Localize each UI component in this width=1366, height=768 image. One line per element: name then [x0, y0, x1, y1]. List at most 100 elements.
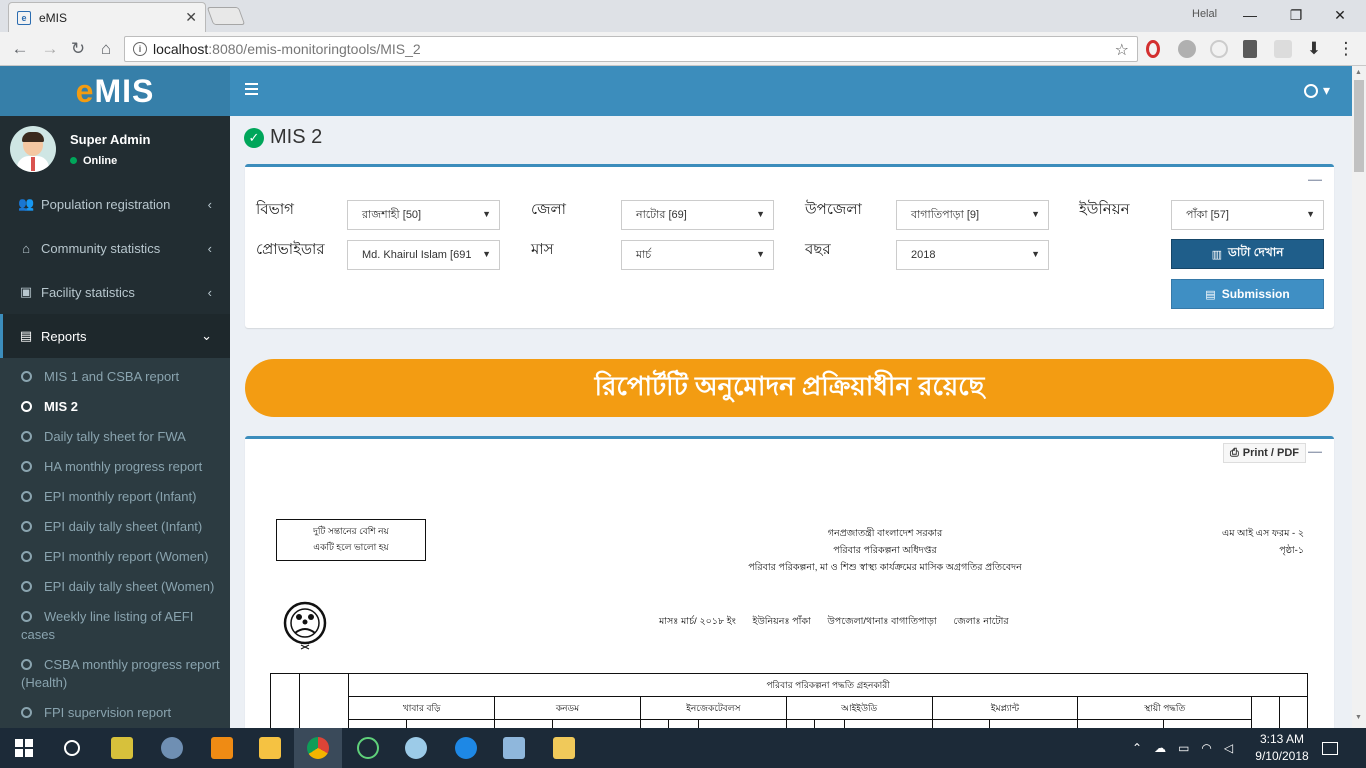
report-table: পরিবার পরিকল্পনা পদ্ধতি গ্রহনকারী খাবার … [270, 673, 1309, 728]
form-number: এম আই এস ফরম - ২ পৃষ্ঠা-১ [1222, 525, 1304, 559]
submenu-item-epi-monthly-infant[interactable]: EPI monthly report (Infant) [0, 482, 230, 512]
sidebar-item-population-registration[interactable]: 👥 Population registration ‹ [0, 182, 230, 226]
atom-icon[interactable] [344, 728, 392, 768]
close-window-icon[interactable]: ✕ [1328, 5, 1352, 25]
submenu-item-mis2[interactable]: MIS 2 [0, 392, 230, 422]
slogan-line-2: একটি হলে ভালো হয় [313, 542, 389, 552]
user-circle-icon [1303, 83, 1318, 98]
top-navbar: ▾ [230, 66, 1352, 116]
extension-icon[interactable] [1210, 40, 1228, 58]
circle-icon [21, 401, 32, 412]
sidebar-item-label: Reports [41, 328, 87, 344]
submenu-item-epi-monthly-women[interactable]: EPI monthly report (Women) [0, 542, 230, 572]
circle-icon [21, 431, 32, 442]
caret-down-icon: ▼ [482, 209, 491, 219]
postgres-icon[interactable] [148, 728, 196, 768]
report-sheet: দুটি সন্তানের বেশি নয় একটি হলে ভালো হয়… [245, 467, 1334, 728]
meta-union: ইউনিয়নঃ পাঁকা [752, 616, 811, 627]
upazila-select[interactable]: বাগাতিপাড়া [9] ▼ [896, 200, 1049, 230]
upazila-label: উপজেলা [805, 201, 862, 218]
scroll-down-icon[interactable]: ▼ [1355, 714, 1362, 721]
circle-icon [21, 611, 32, 622]
submission-label: Submission [1221, 287, 1290, 301]
edge-icon[interactable] [442, 728, 490, 768]
cube-extension-icon[interactable] [1274, 40, 1292, 58]
reload-icon[interactable]: ↻ [68, 39, 88, 59]
tab-close-icon[interactable]: ✕ [185, 9, 197, 26]
sublime-text-icon[interactable] [198, 728, 246, 768]
back-icon[interactable]: ← [10, 39, 30, 59]
onedrive-icon[interactable]: ☁ [1154, 741, 1166, 755]
wifi-icon[interactable]: ◠ [1201, 741, 1211, 755]
page-scrollbar[interactable]: ▲ ▼ [1352, 66, 1366, 728]
bookmark-star-icon[interactable]: ☆ [1115, 40, 1129, 60]
month-value: মার্চ [636, 248, 652, 261]
print-pdf-label: Print / PDF [1242, 447, 1299, 459]
paint-icon[interactable] [392, 728, 440, 768]
windows-start-icon[interactable] [0, 728, 48, 768]
app-logo[interactable]: e MIS [0, 66, 230, 116]
report-heading: গনপ্রজাতন্ত্রী বাংলাদেশ সরকার পরিবার পরি… [645, 525, 1125, 576]
submission-button[interactable]: ▤ Submission [1171, 279, 1324, 309]
sidebar-item-reports[interactable]: ▤ Reports ⌄ [0, 314, 230, 358]
submenu-item-aefi[interactable]: Weekly line listing of AEFI cases [0, 602, 230, 650]
home-nav-icon[interactable]: ⌂ [96, 39, 116, 59]
year-select[interactable]: 2018 ▼ [896, 240, 1049, 270]
provider-select[interactable]: Md. Khairul Islam [691 ▼ [347, 240, 500, 270]
submenu-item-csba-monthly[interactable]: CSBA monthly progress report (Health) [0, 650, 230, 698]
submenu-item-label: Daily tally sheet for FWA [44, 429, 186, 444]
browser-tab[interactable]: e eMIS ✕ [8, 2, 206, 32]
collapse-icon[interactable]: — [1308, 443, 1322, 459]
battery-icon[interactable]: ▭ [1178, 741, 1189, 755]
chevron-down-icon: ⌄ [201, 328, 212, 343]
url-host: localhost [153, 41, 209, 57]
maximize-icon[interactable]: ❐ [1284, 5, 1308, 25]
window-user-label: Helal [1192, 8, 1218, 20]
volume-icon[interactable]: ◁ [1224, 741, 1233, 755]
chevron-up-icon[interactable]: ⌃ [1132, 741, 1142, 755]
submenu-item-epi-daily-women[interactable]: EPI daily tally sheet (Women) [0, 572, 230, 602]
main-content: ✓ MIS 2 — বিভাগ রাজশাহী [50] ▼ জেলা নাটোর… [230, 116, 1352, 728]
submenu-item-mis1[interactable]: MIS 1 and CSBA report [0, 362, 230, 392]
search-circle-icon[interactable] [48, 728, 96, 768]
user-dropdown[interactable]: ▾ [1303, 82, 1330, 99]
url-input[interactable]: i localhost:8080/emis-monitoringtools/MI… [124, 36, 1138, 62]
submenu-item-ha-monthly[interactable]: HA monthly progress report [0, 452, 230, 482]
sidebar-item-community-statistics[interactable]: ⌂ Community statistics ‹ [0, 226, 230, 270]
print-pdf-button[interactable]: ⎙ Print / PDF [1222, 443, 1306, 463]
scroll-thumb[interactable] [1354, 80, 1364, 172]
union-select[interactable]: পাঁকা [57] ▼ [1171, 200, 1324, 230]
info-icon[interactable]: i [133, 42, 147, 56]
chrome-menu-icon[interactable]: ⋮ [1336, 39, 1356, 59]
hamburger-menu-icon[interactable] [245, 83, 258, 98]
task-manager-icon[interactable] [98, 728, 146, 768]
submenu-item-daily-tally-fwa[interactable]: Daily tally sheet for FWA [0, 422, 230, 452]
month-select[interactable]: মার্চ ▼ [621, 240, 774, 270]
district-select[interactable]: নাটোর [69] ▼ [621, 200, 774, 230]
minimize-icon[interactable]: — [1238, 5, 1262, 25]
forward-icon[interactable]: → [40, 39, 60, 59]
new-tab-button[interactable] [206, 7, 246, 25]
file-explorer-icon[interactable] [246, 728, 294, 768]
network-drive-icon[interactable] [540, 728, 588, 768]
opera-extension-icon[interactable] [1146, 40, 1160, 58]
division-select[interactable]: রাজশাহী [50] ▼ [347, 200, 500, 230]
scroll-up-icon[interactable]: ▲ [1355, 69, 1362, 76]
submenu-item-epi-daily-infant[interactable]: EPI daily tally sheet (Infant) [0, 512, 230, 542]
collapse-icon[interactable]: — [1308, 171, 1322, 187]
gov-line-1: গনপ্রজাতন্ত্রী বাংলাদেশ সরকার [827, 528, 943, 539]
clock[interactable]: 3:13 AM 9/10/2018 [1244, 731, 1320, 765]
logo-e: e [75, 72, 95, 109]
notifications-icon[interactable] [1310, 728, 1350, 768]
virtualbox-icon[interactable] [490, 728, 538, 768]
chrome-icon[interactable] [294, 728, 342, 768]
method-header: খাবার বড়ি [348, 696, 496, 720]
gov-line-2: পরিবার পরিকল্পনা অধিদপ্তর [833, 545, 937, 556]
globe-extension-icon[interactable] [1178, 40, 1196, 58]
download-icon[interactable]: ⬇ [1304, 39, 1324, 59]
submenu-item-fpi-supervision[interactable]: FPI supervision report [0, 698, 230, 728]
family-planning-emblem-icon [283, 601, 327, 650]
eyedropper-extension-icon[interactable] [1243, 40, 1257, 58]
sidebar-item-facility-statistics[interactable]: ▣ Facility statistics ‹ [0, 270, 230, 314]
show-data-button[interactable]: ▥ ডাটা দেখান [1171, 239, 1324, 269]
